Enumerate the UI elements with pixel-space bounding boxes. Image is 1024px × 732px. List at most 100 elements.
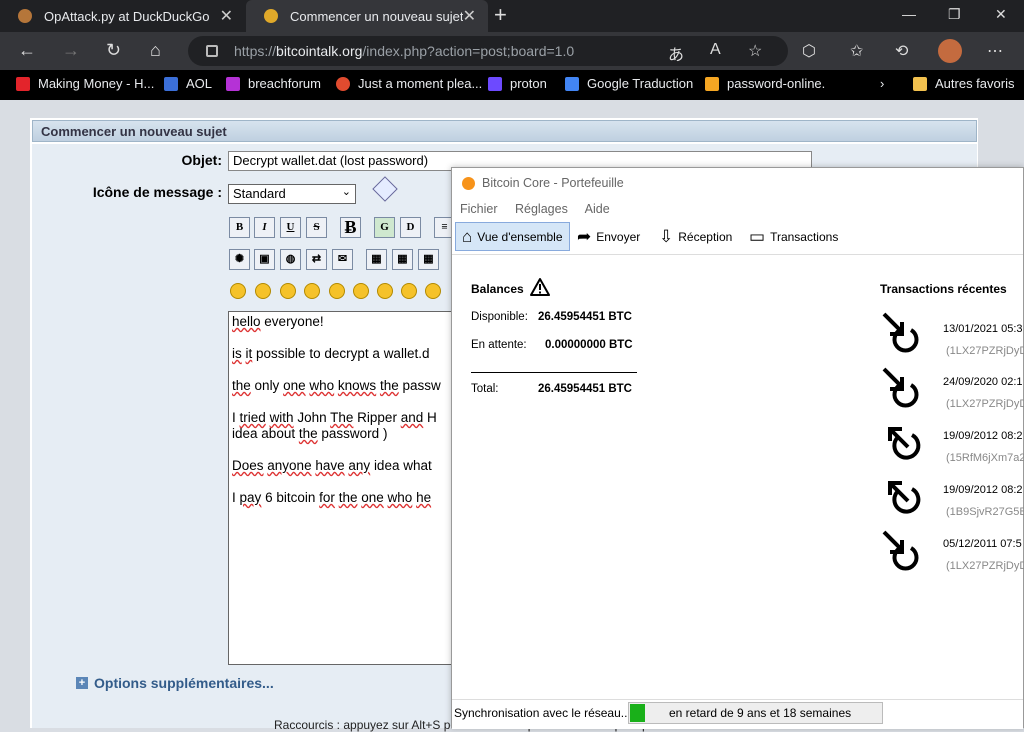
table-row-icon[interactable]: ▦ — [392, 249, 413, 270]
transaction-date: 19/09/2012 08:2 — [943, 430, 1023, 442]
reload-icon[interactable]: ↻ — [106, 40, 121, 61]
menu-settings[interactable]: Réglages — [515, 202, 568, 216]
restore-icon[interactable]: ❐ — [948, 6, 961, 23]
wallet-title: Bitcoin Core - Portefeuille — [482, 176, 624, 190]
extensions-icon[interactable]: ⬡ — [802, 41, 816, 61]
favorites-icon[interactable]: ✩ — [850, 41, 863, 61]
tab-send[interactable]: ➦ Envoyer — [571, 222, 646, 251]
message-textarea[interactable]: hello everyone! is it possible to decryp… — [228, 311, 458, 665]
cool-smiley-icon[interactable] — [401, 283, 417, 299]
bookmark-label: proton — [510, 76, 547, 91]
bookmark-proton[interactable]: proton — [488, 76, 547, 91]
bookmark-aol[interactable]: AOL — [164, 76, 212, 91]
strikethrough-button[interactable]: S — [306, 217, 327, 238]
message-icon-select[interactable]: Standard ⌄ — [228, 184, 356, 204]
bookmark-password-online[interactable]: password-online. — [705, 76, 825, 91]
address-toolbar: ← → ↻ ⌂ https://bitcointalk.org/index.ph… — [0, 32, 1024, 70]
bookmark-other-favorites[interactable]: Autres favoris — [913, 76, 1014, 91]
additional-options-label: Options supplémentaires... — [94, 675, 274, 691]
post-form-header: Commencer un nouveau sujet — [32, 120, 977, 142]
additional-options-link[interactable]: + Options supplémentaires... — [76, 675, 274, 691]
transaction-date: 24/09/2020 02:1 — [943, 376, 1023, 388]
italic-button[interactable]: I — [254, 217, 275, 238]
transaction-address: (15RfM6jXm7a2 — [946, 452, 1024, 464]
text-to-speech-icon[interactable]: A — [710, 41, 721, 59]
home-icon[interactable]: ⌂ — [150, 40, 161, 61]
send-arrow-icon: ➦ — [577, 226, 592, 246]
incoming-tx-icon — [882, 530, 919, 571]
sync-status-text: Synchronisation avec le réseau... — [454, 706, 631, 720]
forward-icon[interactable]: → — [62, 40, 80, 61]
bookmark-label: Just a moment plea... — [358, 76, 483, 91]
read-aloud-icon[interactable]: あ — [668, 41, 684, 65]
hyperlink-icon[interactable]: ◍ — [280, 249, 301, 270]
pending-value: 0.00000000 BTC — [545, 339, 633, 351]
wallet-tabs: ⌂ Vue d'ensemble ➦ Envoyer ⇩ Réception ▭… — [452, 220, 1023, 252]
tab-transactions[interactable]: ▭ Transactions — [743, 222, 844, 251]
incoming-tx-icon — [882, 367, 919, 408]
back-icon[interactable]: ← — [18, 40, 36, 61]
tab-overview[interactable]: ⌂ Vue d'ensemble — [455, 222, 570, 251]
bookmark-breachforum[interactable]: breachforum — [226, 76, 321, 91]
table-column-icon[interactable]: ▦ — [418, 249, 439, 270]
more-menu-icon[interactable]: ⋯ — [987, 41, 1003, 61]
underline-button[interactable]: U — [280, 217, 301, 238]
ftp-link-icon[interactable]: ⇄ — [306, 249, 327, 270]
tab-label: Transactions — [770, 229, 839, 244]
wink-smiley-icon[interactable] — [255, 283, 271, 299]
angry-smiley-icon[interactable] — [329, 283, 345, 299]
browser-tab-duckduckgo[interactable]: OpAttack.py at DuckDuckGo ✕ — [0, 0, 245, 32]
lock-icon[interactable] — [206, 45, 218, 57]
profile-avatar[interactable] — [938, 39, 962, 63]
sad-smiley-icon[interactable] — [353, 283, 369, 299]
bitcoin-button[interactable]: Ƀ — [340, 217, 361, 238]
table-icon[interactable]: ▦ — [366, 249, 387, 270]
window-close-icon[interactable]: ✕ — [995, 6, 1007, 23]
url-host: bitcointalk.org — [276, 43, 363, 59]
glow-button[interactable]: G — [374, 217, 395, 238]
cheesy-smiley-icon[interactable] — [280, 283, 296, 299]
bookmark-google-traduction[interactable]: Google Traduction — [565, 76, 693, 91]
history-icon[interactable]: ⟲ — [895, 41, 908, 61]
duckduckgo-favicon-icon — [18, 9, 32, 23]
tab-receive[interactable]: ⇩ Réception — [653, 222, 738, 251]
email-icon[interactable]: ✉ — [332, 249, 353, 270]
shadow-button[interactable]: D — [400, 217, 421, 238]
bookmark-label: Making Money - H... — [38, 76, 155, 91]
shocked-smiley-icon[interactable] — [377, 283, 393, 299]
new-tab-icon[interactable]: + — [494, 2, 507, 28]
bitcoin-logo-icon — [462, 176, 475, 190]
bitcoin-favicon-icon — [264, 9, 278, 23]
aol-icon — [164, 76, 178, 91]
grin-smiley-icon[interactable] — [304, 283, 320, 299]
message-icon-label: Icône de message : — [92, 184, 222, 200]
flash-icon[interactable]: ✺ — [229, 249, 250, 270]
out-of-sync-warning-icon[interactable] — [530, 277, 550, 297]
bookmark-label: Autres favoris — [935, 76, 1015, 91]
bookmark-label: breachforum — [248, 76, 321, 91]
tab-divider — [452, 254, 1023, 255]
favorite-star-icon[interactable]: ☆ — [748, 41, 762, 61]
image-icon[interactable]: ▣ — [254, 249, 275, 270]
close-tab-icon[interactable]: ✕ — [463, 6, 476, 26]
bookmarks-overflow-chevron-icon[interactable]: › — [880, 76, 884, 91]
minimize-icon[interactable]: — — [902, 6, 916, 22]
bookmark-label: Google Traduction — [587, 76, 694, 91]
bookmark-making-money[interactable]: Making Money - H... — [16, 76, 154, 91]
transaction-address: (1LX27PZRjDyDr — [946, 398, 1024, 410]
menu-help[interactable]: Aide — [585, 202, 610, 216]
available-label: Disponible: — [471, 311, 528, 323]
breachforum-icon — [226, 76, 240, 91]
tab-label: Commencer un nouveau sujet — [290, 8, 464, 24]
total-label: Total: — [471, 383, 499, 395]
smiley-icon[interactable] — [230, 283, 246, 299]
huh-smiley-icon[interactable] — [425, 283, 441, 299]
address-bar[interactable]: https://bitcointalk.org/index.php?action… — [188, 36, 788, 66]
close-tab-icon[interactable]: ✕ — [220, 6, 233, 26]
bold-button[interactable]: B — [229, 217, 250, 238]
transaction-date: 05/12/2011 07:5 — [943, 538, 1022, 550]
bookmark-just-a-moment[interactable]: Just a moment plea... — [336, 76, 482, 91]
menu-file[interactable]: Fichier — [460, 202, 498, 216]
browser-tab-bitcointalk[interactable]: Commencer un nouveau sujet ✕ — [246, 0, 488, 32]
message-line: I tried with John The Ripper and H — [232, 410, 437, 425]
